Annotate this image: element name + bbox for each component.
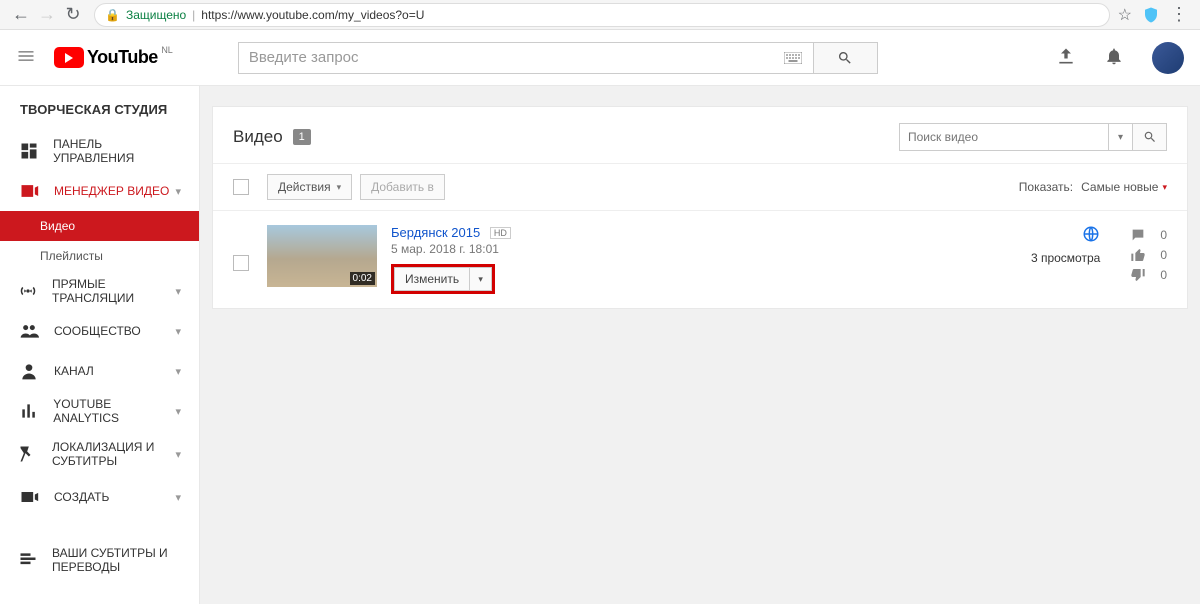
sort-button[interactable]: Самые новые▾ bbox=[1081, 180, 1167, 194]
dislike-count: 0 bbox=[1160, 268, 1167, 282]
back-button[interactable]: ← bbox=[8, 2, 34, 28]
extension-shield-icon[interactable] bbox=[1142, 6, 1160, 24]
video-manager-icon bbox=[18, 181, 40, 201]
chevron-down-icon: ▾ bbox=[175, 448, 181, 461]
sidebar-item-live[interactable]: ПРЯМЫЕ ТРАНСЛЯЦИИ ▾ bbox=[0, 271, 199, 311]
channel-icon bbox=[18, 361, 40, 381]
like-count: 0 bbox=[1160, 248, 1167, 262]
actions-button[interactable]: Действия▾ bbox=[267, 174, 352, 200]
video-search-button[interactable] bbox=[1133, 123, 1167, 151]
edit-button[interactable]: Изменить bbox=[394, 267, 470, 291]
sidebar-item-analytics[interactable]: YOUTUBE ANALYTICS ▾ bbox=[0, 391, 199, 431]
reload-button[interactable]: ↻ bbox=[60, 2, 86, 28]
sidebar-item-translations[interactable]: ЛОКАЛИЗАЦИЯ И СУБТИТРЫ ▾ bbox=[0, 431, 199, 477]
youtube-play-icon bbox=[54, 47, 84, 68]
public-icon bbox=[1082, 225, 1100, 243]
sidebar-item-dashboard[interactable]: ПАНЕЛЬ УПРАВЛЕНИЯ bbox=[0, 131, 199, 171]
sidebar-item-channel[interactable]: КАНАЛ ▾ bbox=[0, 351, 199, 391]
video-search-dropdown[interactable]: ▾ bbox=[1109, 123, 1133, 151]
chevron-down-icon: ▾ bbox=[175, 365, 181, 378]
live-icon bbox=[18, 281, 38, 301]
video-stats: 3 просмотра 0 0 0 bbox=[967, 225, 1167, 294]
dashboard-icon bbox=[18, 141, 39, 161]
sidebar-sub-videos[interactable]: Видео bbox=[0, 211, 199, 241]
comment-count: 0 bbox=[1160, 228, 1167, 242]
notifications-icon[interactable] bbox=[1104, 46, 1124, 69]
url-text: https://www.youtube.com/my_videos?o=U bbox=[201, 8, 424, 22]
select-all-checkbox[interactable] bbox=[233, 179, 249, 195]
add-to-button[interactable]: Добавить в bbox=[360, 174, 445, 200]
analytics-icon bbox=[18, 401, 39, 421]
chevron-down-icon: ▾ bbox=[175, 185, 181, 198]
edit-button-highlight: Изменить ▾ bbox=[391, 264, 495, 294]
avatar[interactable] bbox=[1152, 42, 1184, 74]
chevron-down-icon: ▾ bbox=[175, 285, 181, 298]
search-bar bbox=[238, 42, 878, 74]
sidebar-item-create[interactable]: СОЗДАТЬ ▾ bbox=[0, 477, 199, 517]
like-icon bbox=[1130, 247, 1146, 263]
upload-icon[interactable] bbox=[1056, 46, 1076, 69]
dislike-icon bbox=[1130, 267, 1146, 283]
browser-chrome: ← → ↻ 🔒 Защищено | https://www.youtube.c… bbox=[0, 0, 1200, 30]
sidebar-item-your-contributions[interactable]: ВАШИ СУБТИТРЫ И ПЕРЕВОДЫ bbox=[0, 537, 199, 583]
video-count-badge: 1 bbox=[293, 129, 311, 145]
hd-badge: HD bbox=[490, 227, 511, 239]
browser-menu-icon[interactable]: ⋮ bbox=[1170, 4, 1188, 25]
chevron-down-icon: ▾ bbox=[175, 405, 181, 418]
youtube-header: YouTube NL bbox=[0, 30, 1200, 86]
toolbar: Действия▾ Добавить в Показать: Самые нов… bbox=[213, 163, 1187, 211]
row-checkbox[interactable] bbox=[233, 255, 249, 271]
comment-icon bbox=[1130, 227, 1146, 243]
contributions-icon bbox=[18, 550, 38, 570]
translate-icon bbox=[18, 444, 38, 464]
edit-dropdown[interactable]: ▾ bbox=[470, 267, 492, 291]
videos-panel: Видео 1 ▾ Действия▾ Добавить в Показать:… bbox=[212, 106, 1188, 309]
video-duration: 0:02 bbox=[350, 272, 375, 285]
view-count: 3 просмотра bbox=[1031, 251, 1100, 265]
search-input[interactable] bbox=[238, 42, 773, 74]
chevron-down-icon: ▾ bbox=[175, 325, 181, 338]
main-content: Видео 1 ▾ Действия▾ Добавить в Показать:… bbox=[200, 86, 1200, 604]
video-row: 0:02 Бердянск 2015 HD 5 мар. 2018 г. 18:… bbox=[213, 211, 1187, 308]
video-date: 5 мар. 2018 г. 18:01 bbox=[391, 242, 511, 256]
lock-icon: 🔒 bbox=[105, 8, 120, 22]
video-title-link[interactable]: Бердянск 2015 bbox=[391, 225, 480, 240]
sidebar-item-video-manager[interactable]: МЕНЕДЖЕР ВИДЕО ▾ bbox=[0, 171, 199, 211]
keyboard-icon[interactable] bbox=[773, 42, 813, 74]
youtube-logo[interactable]: YouTube NL bbox=[54, 47, 158, 68]
secure-label: Защищено bbox=[126, 8, 186, 22]
sidebar-item-community[interactable]: СООБЩЕСТВО ▾ bbox=[0, 311, 199, 351]
video-thumbnail[interactable]: 0:02 bbox=[267, 225, 377, 287]
address-bar[interactable]: 🔒 Защищено | https://www.youtube.com/my_… bbox=[94, 3, 1110, 27]
sidebar-sub-playlists[interactable]: Плейлисты bbox=[0, 241, 199, 271]
sidebar-title: ТВОРЧЕСКАЯ СТУДИЯ bbox=[0, 92, 199, 131]
sidebar: ТВОРЧЕСКАЯ СТУДИЯ ПАНЕЛЬ УПРАВЛЕНИЯ МЕНЕ… bbox=[0, 86, 200, 604]
create-icon bbox=[18, 487, 40, 507]
show-label: Показать: bbox=[1019, 180, 1073, 194]
page-title: Видео bbox=[233, 127, 283, 147]
menu-icon[interactable] bbox=[16, 46, 36, 69]
forward-button[interactable]: → bbox=[34, 2, 60, 28]
community-icon bbox=[18, 321, 40, 341]
bookmark-icon[interactable]: ☆ bbox=[1118, 5, 1132, 25]
chevron-down-icon: ▾ bbox=[175, 491, 181, 504]
video-search-input[interactable] bbox=[899, 123, 1109, 151]
search-button[interactable] bbox=[813, 42, 878, 74]
